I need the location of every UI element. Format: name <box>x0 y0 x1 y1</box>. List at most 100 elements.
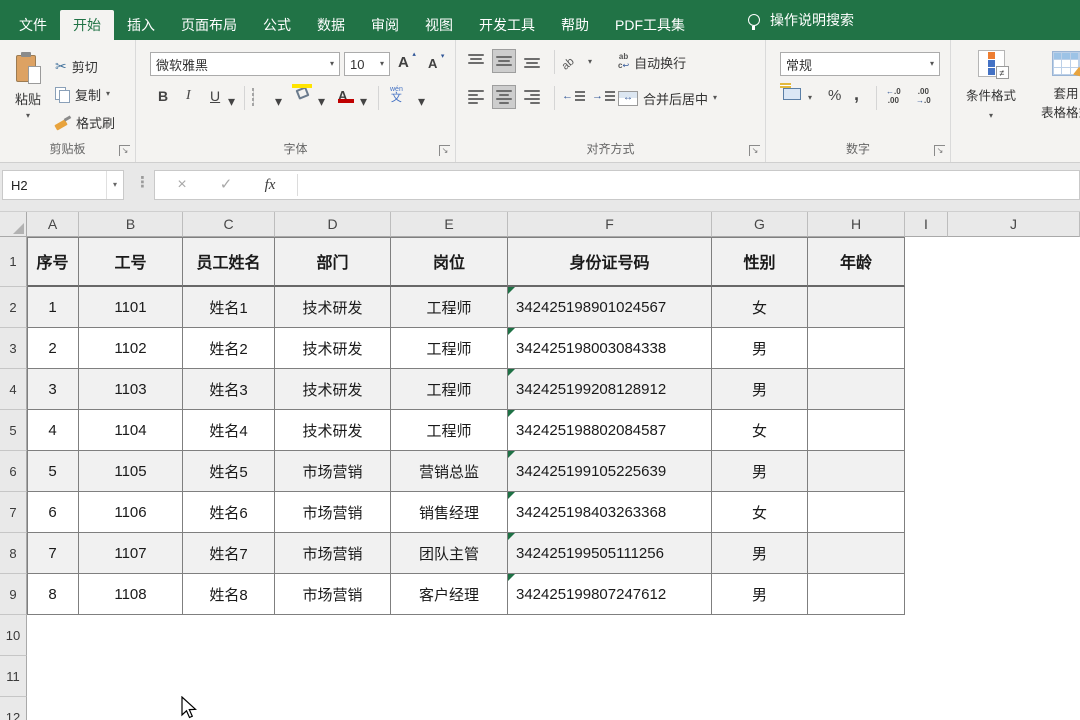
clipboard-dialog-launcher[interactable]: ↘ <box>119 145 130 156</box>
select-all-corner[interactable] <box>0 212 27 237</box>
number-format-combo[interactable]: 常规▾ <box>780 52 940 76</box>
menu-tab-file[interactable]: 文件 <box>6 10 60 40</box>
cell-D8[interactable]: 市场营销 <box>275 533 391 574</box>
alignment-dialog-launcher[interactable]: ↘ <box>749 145 760 156</box>
font-color-dropdown-caret[interactable]: ▾ <box>360 94 367 108</box>
cell-H5[interactable] <box>808 410 905 451</box>
column-header-H[interactable]: H <box>808 212 905 237</box>
conditional-formatting-caret[interactable]: ▾ <box>989 112 993 120</box>
decrease-font-size-button[interactable]: A▾ <box>428 56 437 71</box>
menu-tab-view[interactable]: 视图 <box>412 10 466 40</box>
cell-A3[interactable]: 2 <box>27 328 79 369</box>
cell-B5[interactable]: 1104 <box>79 410 183 451</box>
bold-button[interactable]: B <box>158 88 168 104</box>
align-bottom-button[interactable] <box>520 49 544 73</box>
font-size-combo[interactable]: 10▾ <box>344 52 390 76</box>
cell-H8[interactable] <box>808 533 905 574</box>
column-header-J[interactable]: J <box>948 212 1080 237</box>
cell-G6[interactable]: 男 <box>712 451 808 492</box>
underline-button[interactable]: U <box>210 88 220 104</box>
cell-D6[interactable]: 市场营销 <box>275 451 391 492</box>
cell-E8[interactable]: 团队主管 <box>391 533 508 574</box>
cell-H6[interactable] <box>808 451 905 492</box>
row-header-1[interactable]: 1 <box>0 237 27 287</box>
row-header-4[interactable]: 4 <box>0 369 27 410</box>
cell-G7[interactable]: 女 <box>712 492 808 533</box>
cell-E9[interactable]: 客户经理 <box>391 574 508 615</box>
column-header-E[interactable]: E <box>391 212 508 237</box>
phonetic-guide-button[interactable]: wén 文 <box>390 86 403 104</box>
cell-G9[interactable]: 男 <box>712 574 808 615</box>
cell-E6[interactable]: 营销总监 <box>391 451 508 492</box>
wrap-text-button[interactable]: ab c↩ 自动换行 <box>618 50 686 74</box>
cell-D5[interactable]: 技术研发 <box>275 410 391 451</box>
row-header-10[interactable]: 10 <box>0 615 27 656</box>
cell-H1[interactable]: 年龄 <box>808 237 905 287</box>
menu-tab-help[interactable]: 帮助 <box>548 10 602 40</box>
cell-A6[interactable]: 5 <box>27 451 79 492</box>
cell-A9[interactable]: 8 <box>27 574 79 615</box>
cell-A8[interactable]: 7 <box>27 533 79 574</box>
cell-F8[interactable]: 342425199505111256 <box>508 533 712 574</box>
cell-C1[interactable]: 员工姓名 <box>183 237 275 287</box>
cell-E3[interactable]: 工程师 <box>391 328 508 369</box>
menu-tab-review[interactable]: 审阅 <box>358 10 412 40</box>
name-box[interactable]: H2 ▾ <box>2 170 124 200</box>
format-as-table-button[interactable]: 套用 表格格式 <box>1033 46 1080 154</box>
menu-tab-page-layout[interactable]: 页面布局 <box>168 10 250 40</box>
decrease-decimal-button[interactable]: .00→.0 <box>916 88 931 106</box>
font-color-button[interactable]: A <box>338 87 347 103</box>
menu-tab-developer[interactable]: 开发工具 <box>466 10 548 40</box>
cell-B7[interactable]: 1106 <box>79 492 183 533</box>
cell-F6[interactable]: 342425199105225639 <box>508 451 712 492</box>
cell-C8[interactable]: 姓名7 <box>183 533 275 574</box>
column-header-B[interactable]: B <box>79 212 183 237</box>
align-middle-button[interactable] <box>492 49 516 73</box>
row-header-9[interactable]: 9 <box>0 574 27 615</box>
column-header-C[interactable]: C <box>183 212 275 237</box>
paste-dropdown-caret[interactable]: ▾ <box>26 112 30 120</box>
cell-B6[interactable]: 1105 <box>79 451 183 492</box>
cell-D4[interactable]: 技术研发 <box>275 369 391 410</box>
align-right-button[interactable] <box>520 85 544 109</box>
cell-B3[interactable]: 1102 <box>79 328 183 369</box>
cell-B4[interactable]: 1103 <box>79 369 183 410</box>
cell-C7[interactable]: 姓名6 <box>183 492 275 533</box>
menu-tab-home[interactable]: 开始 <box>60 10 114 40</box>
cell-E2[interactable]: 工程师 <box>391 287 508 328</box>
cell-G3[interactable]: 男 <box>712 328 808 369</box>
cell-E5[interactable]: 工程师 <box>391 410 508 451</box>
cell-E4[interactable]: 工程师 <box>391 369 508 410</box>
merge-center-dropdown-caret[interactable]: ▾ <box>713 94 717 102</box>
cell-A1[interactable]: 序号 <box>27 237 79 287</box>
menu-tab-data[interactable]: 数据 <box>304 10 358 40</box>
cell-G2[interactable]: 女 <box>712 287 808 328</box>
borders-dropdown-caret[interactable]: ▾ <box>275 94 282 108</box>
cell-F3[interactable]: 342425198003084338 <box>508 328 712 369</box>
row-header-2[interactable]: 2 <box>0 287 27 328</box>
row-header-7[interactable]: 7 <box>0 492 27 533</box>
row-header-6[interactable]: 6 <box>0 451 27 492</box>
cell-B2[interactable]: 1101 <box>79 287 183 328</box>
cell-C4[interactable]: 姓名3 <box>183 369 275 410</box>
cell-F5[interactable]: 342425198802084587 <box>508 410 712 451</box>
cell-F1[interactable]: 身份证号码 <box>508 237 712 287</box>
cell-F9[interactable]: 342425199807247612 <box>508 574 712 615</box>
font-name-combo[interactable]: 微软雅黑▾ <box>150 52 340 76</box>
menu-tab-pdf-toolset[interactable]: PDF工具集 <box>602 10 698 40</box>
row-header-8[interactable]: 8 <box>0 533 27 574</box>
cell-D7[interactable]: 市场营销 <box>275 492 391 533</box>
cell-C6[interactable]: 姓名5 <box>183 451 275 492</box>
cell-F7[interactable]: 342425198403263368 <box>508 492 712 533</box>
column-header-D[interactable]: D <box>275 212 391 237</box>
cell-H2[interactable] <box>808 287 905 328</box>
cell-D9[interactable]: 市场营销 <box>275 574 391 615</box>
enter-button[interactable]: ✓ <box>211 171 241 199</box>
increase-decimal-button[interactable]: ←.0.00 <box>886 88 901 106</box>
column-header-F[interactable]: F <box>508 212 712 237</box>
align-center-button[interactable] <box>492 85 516 109</box>
cell-F4[interactable]: 342425199208128912 <box>508 369 712 410</box>
column-header-G[interactable]: G <box>712 212 808 237</box>
insert-function-button[interactable]: fx <box>255 171 285 199</box>
cell-C5[interactable]: 姓名4 <box>183 410 275 451</box>
